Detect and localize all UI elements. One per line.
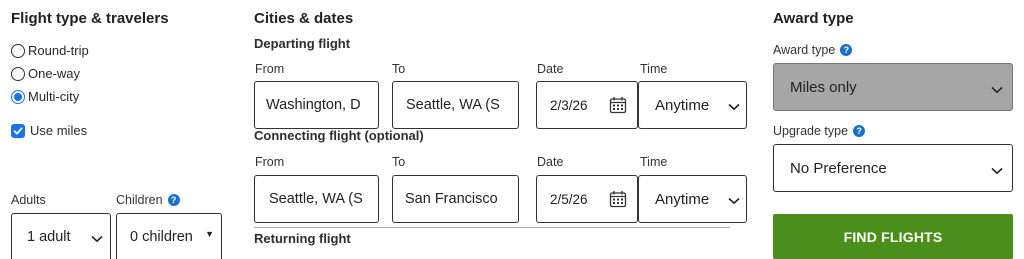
upgrade-type-select[interactable]: No Preference bbox=[773, 144, 1013, 192]
connecting-date-value: 2/5/26 bbox=[550, 191, 588, 207]
departing-time-select[interactable]: Anytime bbox=[638, 81, 747, 129]
chevron-down-icon bbox=[91, 235, 103, 243]
trip-type-multi-city[interactable]: Multi-city bbox=[11, 89, 79, 104]
use-miles-label: Use miles bbox=[30, 123, 88, 138]
connecting-to-input[interactable]: San Francisco bbox=[392, 175, 519, 223]
trip-type-label: One-way bbox=[28, 66, 81, 81]
date-label: Date bbox=[537, 62, 564, 76]
departing-to-value: Seattle, WA (S bbox=[406, 97, 500, 113]
returning-flight-heading: Returning flight bbox=[254, 231, 351, 246]
trip-type-label: Round-trip bbox=[28, 43, 89, 58]
departing-date-value: 2/3/26 bbox=[550, 97, 588, 113]
chevron-down-icon bbox=[728, 197, 740, 205]
children-label-group: Children ? bbox=[116, 193, 180, 207]
calendar-icon[interactable] bbox=[609, 190, 627, 208]
adults-value: 1 adult bbox=[27, 228, 71, 245]
info-icon[interactable]: ? bbox=[853, 125, 866, 137]
from-label: From bbox=[255, 62, 285, 76]
award-type-label-group: Award type ? bbox=[773, 43, 853, 57]
connecting-flight-heading: Connecting flight (optional) bbox=[254, 128, 424, 143]
children-select[interactable]: 0 children ▼ bbox=[116, 213, 222, 259]
date-label: Date bbox=[537, 155, 564, 169]
connecting-date-input[interactable]: 2/5/26 bbox=[536, 175, 638, 223]
chevron-down-icon bbox=[991, 86, 1003, 94]
trip-type-round-trip[interactable]: Round-trip bbox=[11, 43, 89, 58]
upgrade-type-label-group: Upgrade type ? bbox=[773, 124, 866, 138]
chevron-down-icon bbox=[728, 103, 740, 111]
to-label: To bbox=[392, 62, 406, 76]
trip-type-label: Multi-city bbox=[28, 89, 80, 104]
travelers-section-title: Flight type & travelers bbox=[11, 10, 169, 27]
departing-flight-heading: Departing flight bbox=[254, 36, 351, 51]
award-section-title: Award type bbox=[773, 10, 854, 27]
from-label: From bbox=[255, 155, 285, 169]
find-flights-button[interactable]: FIND FLIGHTS bbox=[773, 214, 1013, 259]
award-type-label: Award type bbox=[773, 43, 836, 57]
award-type-value: Miles only bbox=[790, 78, 857, 96]
connecting-from-input[interactable]: Seattle, WA (S bbox=[254, 175, 379, 223]
time-label: Time bbox=[640, 155, 668, 169]
departing-to-input[interactable]: Seattle, WA (S bbox=[392, 81, 519, 129]
time-label: Time bbox=[640, 62, 668, 76]
section-divider bbox=[254, 227, 730, 228]
departing-date-input[interactable]: 2/3/26 bbox=[536, 81, 638, 129]
calendar-icon[interactable] bbox=[609, 96, 627, 114]
caret-down-icon: ▼ bbox=[205, 229, 214, 239]
info-icon[interactable]: ? bbox=[840, 44, 853, 56]
radio-selected-icon[interactable] bbox=[11, 89, 25, 104]
cities-section-title: Cities & dates bbox=[254, 10, 354, 27]
trip-type-one-way[interactable]: One-way bbox=[11, 66, 80, 81]
children-label: Children bbox=[116, 193, 163, 207]
info-icon[interactable]: ? bbox=[167, 194, 180, 206]
upgrade-type-value: No Preference bbox=[790, 159, 887, 177]
adults-select[interactable]: 1 adult bbox=[11, 213, 111, 259]
checkmark-icon bbox=[13, 127, 23, 134]
departing-time-value: Anytime bbox=[655, 96, 710, 114]
chevron-down-icon bbox=[991, 167, 1003, 175]
departing-from-value: Washington, D bbox=[266, 97, 361, 113]
connecting-from-value: Seattle, WA (S bbox=[269, 191, 363, 207]
departing-from-input[interactable]: Washington, D bbox=[254, 81, 379, 129]
to-label: To bbox=[392, 155, 406, 169]
connecting-to-value: San Francisco bbox=[405, 191, 498, 207]
connecting-time-select[interactable]: Anytime bbox=[638, 175, 747, 223]
radio-icon[interactable] bbox=[11, 43, 25, 58]
checkbox-checked-icon[interactable] bbox=[11, 123, 25, 138]
connecting-time-value: Anytime bbox=[655, 190, 710, 208]
award-type-select[interactable]: Miles only bbox=[773, 63, 1013, 111]
use-miles-checkbox[interactable]: Use miles bbox=[11, 123, 87, 138]
upgrade-type-label: Upgrade type bbox=[773, 124, 849, 138]
adults-label: Adults bbox=[11, 193, 46, 207]
radio-icon[interactable] bbox=[11, 66, 25, 81]
children-value: 0 children bbox=[130, 228, 193, 245]
